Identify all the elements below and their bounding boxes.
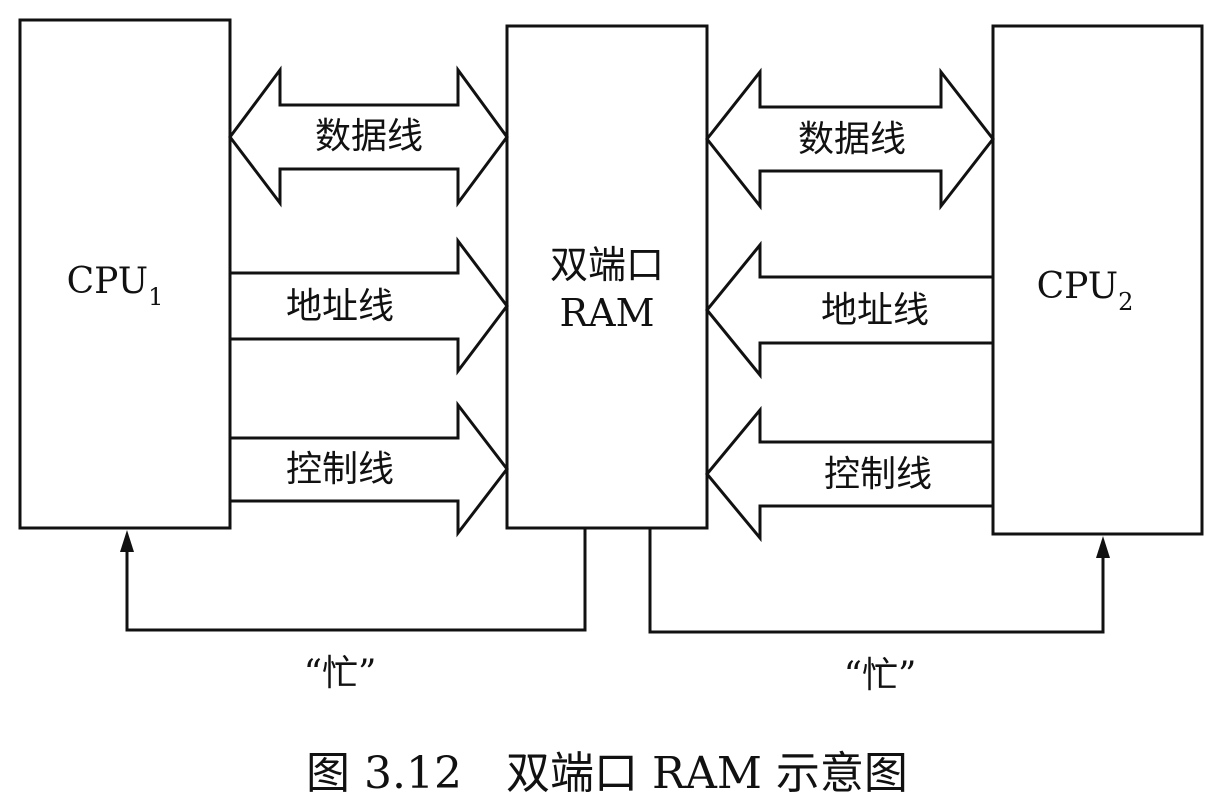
- busy-arrowhead-left: [120, 530, 134, 552]
- cpu1-name: CPU: [67, 261, 148, 302]
- busy-label-left: “忙”: [304, 653, 377, 694]
- right-control-bus-label: 控制线: [824, 454, 932, 495]
- left-address-bus: 地址线: [228, 236, 509, 376]
- ram-label-line1: 双端口: [550, 243, 664, 287]
- left-data-bus-label: 数据线: [315, 116, 423, 157]
- busy-label-right: “忙”: [844, 655, 917, 696]
- ram-block: 双端口 RAM: [505, 24, 709, 530]
- left-data-bus: 数据线: [228, 65, 509, 208]
- left-control-bus-label: 控制线: [286, 449, 394, 490]
- busy-line-left: [125, 528, 587, 632]
- cpu1-block: CPU1: [18, 18, 232, 530]
- right-data-bus: 数据线: [705, 67, 995, 211]
- right-address-bus: 地址线: [705, 240, 995, 380]
- dual-port-ram-diagram: CPU1 双端口 RAM CPU2 数据线 地址线 控制线 数据线 地址线 控制…: [18, 18, 1204, 799]
- right-data-bus-label: 数据线: [798, 119, 906, 160]
- right-address-bus-label: 地址线: [821, 290, 929, 331]
- right-control-bus: 控制线: [705, 405, 995, 543]
- cpu2-subscript: 2: [1118, 288, 1133, 316]
- busy-arrowhead-right: [1096, 536, 1110, 558]
- busy-signal-left: “忙”: [120, 528, 587, 694]
- cpu2-block: CPU2: [991, 24, 1204, 536]
- cpu2-name: CPU: [1037, 266, 1118, 307]
- left-address-bus-label: 地址线: [286, 286, 394, 327]
- figure-caption: 图 3.12 双端口 RAM 示意图: [306, 748, 908, 799]
- ram-label-line2: RAM: [560, 291, 655, 335]
- cpu1-subscript: 1: [148, 283, 163, 311]
- left-control-bus: 控制线: [228, 400, 509, 538]
- busy-line-right: [648, 528, 1105, 634]
- busy-signal-right: “忙”: [648, 528, 1110, 696]
